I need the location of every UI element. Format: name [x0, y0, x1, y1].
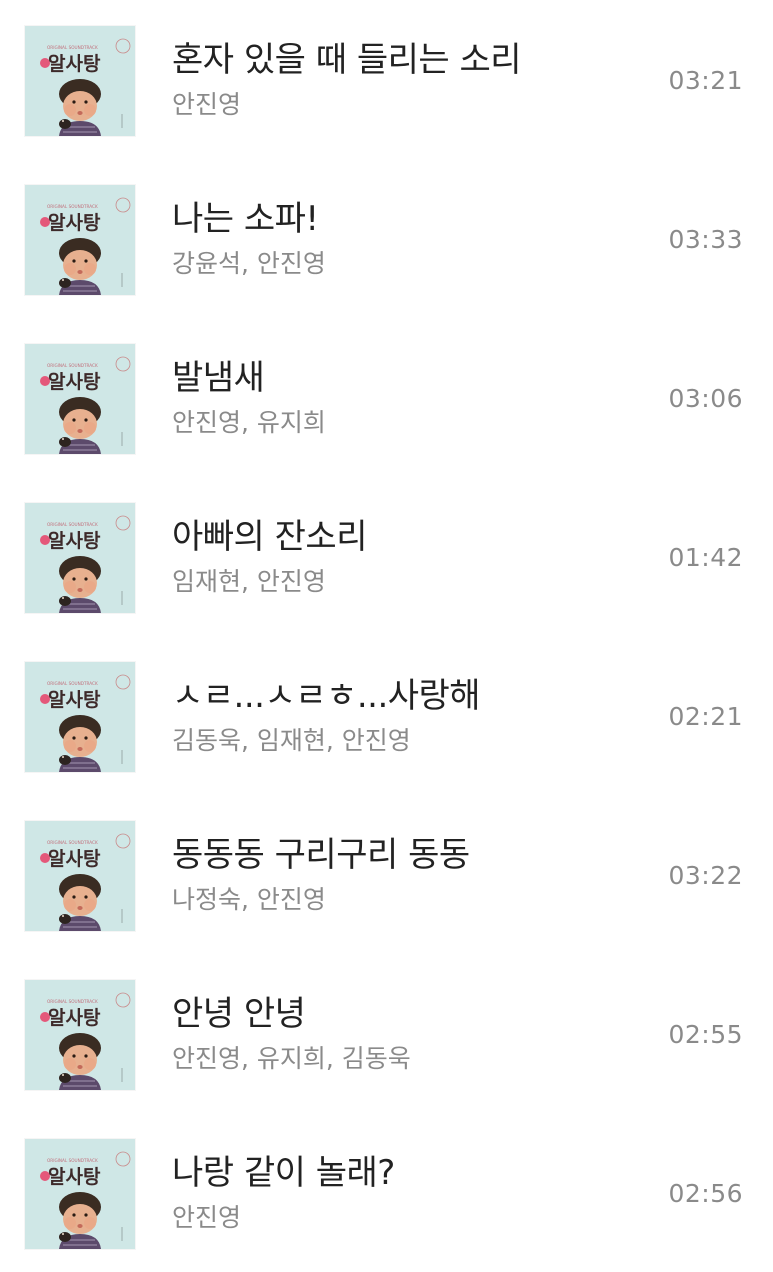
track-row[interactable]: ORIGINAL SOUNDTRACK 알사탕 나는 소파! 강윤석, 안진영 0…	[0, 159, 773, 318]
svg-text:ORIGINAL SOUNDTRACK: ORIGINAL SOUNDTRACK	[47, 1158, 98, 1163]
track-artist: 안진영	[172, 90, 242, 119]
svg-text:ORIGINAL SOUNDTRACK: ORIGINAL SOUNDTRACK	[47, 840, 98, 845]
svg-text:ORIGINAL SOUNDTRACK: ORIGINAL SOUNDTRACK	[47, 363, 98, 368]
track-duration: 02:56	[668, 1179, 743, 1208]
svg-text:알사탕: 알사탕	[48, 530, 101, 552]
track-duration: 02:21	[668, 702, 743, 731]
track-row[interactable]: ORIGINAL SOUNDTRACK 알사탕 ㅅㄹ...ㅅㄹㅎ...사랑해 김동…	[0, 636, 773, 795]
svg-text:ORIGINAL SOUNDTRACK: ORIGINAL SOUNDTRACK	[47, 204, 98, 209]
track-row[interactable]: ORIGINAL SOUNDTRACK 알사탕 발냄새 안진영, 유지희 03:0…	[0, 318, 773, 477]
album-cover-icon: ORIGINAL SOUNDTRACK 알사탕	[25, 344, 135, 454]
svg-text:ORIGINAL SOUNDTRACK: ORIGINAL SOUNDTRACK	[47, 681, 98, 686]
album-art: ORIGINAL SOUNDTRACK 알사탕	[25, 26, 135, 136]
album-art: ORIGINAL SOUNDTRACK 알사탕	[25, 821, 135, 931]
svg-text:ORIGINAL SOUNDTRACK: ORIGINAL SOUNDTRACK	[47, 45, 98, 50]
svg-text:알사탕: 알사탕	[48, 212, 101, 234]
album-cover-icon: ORIGINAL SOUNDTRACK 알사탕	[25, 185, 135, 295]
track-row[interactable]: ORIGINAL SOUNDTRACK 알사탕 아빠의 잔소리 임재현, 안진영 …	[0, 477, 773, 636]
track-artist: 안진영, 유지희, 김동욱	[172, 1044, 411, 1073]
track-title: 안녕 안녕	[172, 994, 306, 1034]
track-row[interactable]: ORIGINAL SOUNDTRACK 알사탕 나랑 같이 놀래? 안진영 02:…	[0, 1113, 773, 1272]
track-artist: 나정숙, 안진영	[172, 885, 326, 914]
svg-text:알사탕: 알사탕	[48, 1007, 101, 1029]
track-duration: 03:33	[668, 225, 743, 254]
track-artist: 안진영	[172, 1203, 242, 1232]
track-duration: 02:55	[668, 1020, 743, 1049]
track-duration: 03:21	[668, 66, 743, 95]
track-title: 동동동 구리구리 동동	[172, 835, 470, 875]
svg-text:알사탕: 알사탕	[48, 53, 101, 75]
track-title: ㅅㄹ...ㅅㄹㅎ...사랑해	[172, 676, 481, 716]
album-cover-icon: ORIGINAL SOUNDTRACK 알사탕	[25, 1139, 135, 1249]
album-cover-icon: ORIGINAL SOUNDTRACK 알사탕	[25, 821, 135, 931]
svg-text:ORIGINAL SOUNDTRACK: ORIGINAL SOUNDTRACK	[47, 522, 98, 527]
track-title: 나는 소파!	[172, 199, 319, 239]
track-row[interactable]: ORIGINAL SOUNDTRACK 알사탕 동동동 구리구리 동동 나정숙, …	[0, 795, 773, 954]
track-title: 나랑 같이 놀래?	[172, 1153, 395, 1193]
album-art: ORIGINAL SOUNDTRACK 알사탕	[25, 1139, 135, 1249]
track-title: 아빠의 잔소리	[172, 517, 368, 557]
track-row[interactable]: ORIGINAL SOUNDTRACK 알사탕 안녕 안녕 안진영, 유지희, 김…	[0, 954, 773, 1113]
track-artist: 김동욱, 임재현, 안진영	[172, 726, 411, 755]
track-title: 혼자 있을 때 들리는 소리	[172, 40, 522, 80]
svg-text:알사탕: 알사탕	[48, 848, 101, 870]
album-art: ORIGINAL SOUNDTRACK 알사탕	[25, 185, 135, 295]
track-duration: 03:22	[668, 861, 743, 890]
track-row[interactable]: ORIGINAL SOUNDTRACK 알사탕 혼자 있을 때 들리는 소리 안진…	[0, 0, 773, 159]
track-list: ORIGINAL SOUNDTRACK 알사탕 혼자 있을 때 들리는 소리 안진…	[0, 0, 773, 1269]
album-cover-icon: ORIGINAL SOUNDTRACK 알사탕	[25, 503, 135, 613]
svg-text:알사탕: 알사탕	[48, 1166, 101, 1188]
album-art: ORIGINAL SOUNDTRACK 알사탕	[25, 662, 135, 772]
track-duration: 03:06	[668, 384, 743, 413]
album-art: ORIGINAL SOUNDTRACK 알사탕	[25, 503, 135, 613]
svg-text:ORIGINAL SOUNDTRACK: ORIGINAL SOUNDTRACK	[47, 999, 98, 1004]
svg-text:알사탕: 알사탕	[48, 371, 101, 393]
album-art: ORIGINAL SOUNDTRACK 알사탕	[25, 980, 135, 1090]
track-artist: 임재현, 안진영	[172, 567, 326, 596]
album-cover-icon: ORIGINAL SOUNDTRACK 알사탕	[25, 980, 135, 1090]
track-artist: 강윤석, 안진영	[172, 249, 326, 278]
album-cover-icon: ORIGINAL SOUNDTRACK 알사탕	[25, 26, 135, 136]
track-title: 발냄새	[172, 358, 265, 398]
album-art: ORIGINAL SOUNDTRACK 알사탕	[25, 344, 135, 454]
track-duration: 01:42	[668, 543, 743, 572]
album-cover-icon: ORIGINAL SOUNDTRACK 알사탕	[25, 662, 135, 772]
svg-text:알사탕: 알사탕	[48, 689, 101, 711]
track-artist: 안진영, 유지희	[172, 408, 326, 437]
